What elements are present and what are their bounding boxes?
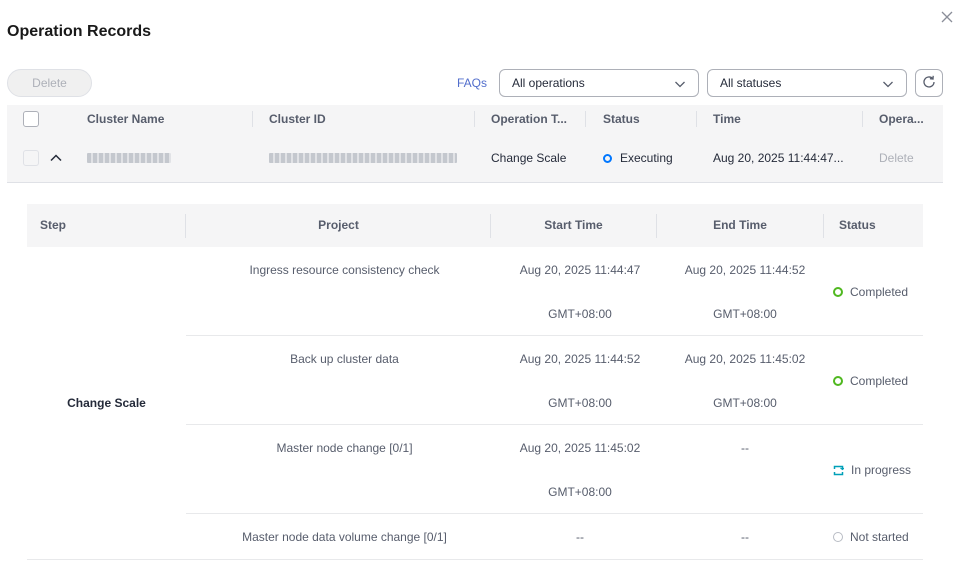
header-operation-type[interactable]: Operation T... [491,105,567,133]
step-row: Master node change [0/1] Aug 20, 2025 11… [186,425,923,514]
not-started-status-icon [833,532,843,542]
step-start-date: Aug 20, 2025 11:45:02 [519,441,641,455]
refresh-button[interactable] [915,69,943,97]
step-end-date: Aug 20, 2025 11:45:02 [684,352,806,366]
column-divider [823,214,824,238]
step-status-text: Completed [850,374,909,388]
operation-type-cell: Change Scale [491,151,567,165]
chevron-down-icon [674,78,686,93]
column-divider [585,111,586,127]
header-time[interactable]: Time [713,105,741,133]
step-start-timezone: GMT+08:00 [548,307,612,321]
header-operation[interactable]: Opera... [879,105,924,133]
header-start-time: Start Time [544,218,603,232]
step-start-date: Aug 20, 2025 11:44:47 [519,263,641,277]
header-step-status: Status [839,218,876,232]
in-progress-icon [833,465,845,476]
row-delete-link[interactable]: Delete [879,133,914,183]
step-project: Master node change [0/1] [276,441,413,455]
time-cell: Aug 20, 2025 11:44:47... [713,151,844,165]
column-divider [474,111,475,127]
step-end-date: Aug 20, 2025 11:44:52 [684,263,806,277]
header-cluster-name[interactable]: Cluster Name [87,105,164,133]
completed-status-icon [833,287,843,297]
step-project: Master node data volume change [0/1] [242,530,447,544]
step-status: In progress [833,463,911,477]
status-filter-value: All statuses [720,76,782,90]
column-divider [252,111,253,127]
records-table-header: Cluster Name Cluster ID Operation T... S… [7,105,943,133]
step-start-date: Aug 20, 2025 11:44:52 [519,352,641,366]
dialog-title: Operation Records [7,23,152,40]
step-project: Ingress resource consistency check [249,263,440,277]
column-divider [862,111,863,127]
step-status-text: Not started [850,530,909,544]
executing-status-icon [603,154,612,163]
table-bottom-border [27,559,923,560]
step-status: Completed [833,374,908,388]
step-row: Master node data volume change [0/1] -- … [186,514,923,559]
step-end-date: -- [741,530,749,544]
step-end-date: -- [741,441,749,455]
table-row: Change Scale Executing Aug 20, 2025 11:4… [7,133,943,183]
step-name: Change Scale [67,396,146,410]
chevron-up-icon[interactable] [48,150,64,166]
step-end-timezone: GMT+08:00 [713,396,777,410]
delete-button[interactable]: Delete [7,69,92,97]
close-icon[interactable] [940,10,954,24]
operations-filter-value: All operations [512,76,585,90]
status-text: Executing [620,151,673,165]
status-filter-select[interactable]: All statuses [707,69,907,97]
step-status-text: Completed [850,285,909,299]
step-table-header: Step Project Start Time End Time Status [27,204,923,247]
chevron-down-icon [882,78,894,93]
header-status[interactable]: Status [603,105,640,133]
step-row: Ingress resource consistency check Aug 2… [186,247,923,336]
step-start-timezone: GMT+08:00 [548,396,612,410]
faqs-link[interactable]: FAQs [457,76,487,90]
cluster-id-redacted [269,153,457,163]
refresh-icon [921,74,937,93]
select-all-checkbox[interactable] [23,111,39,127]
status-cell: Executing [603,133,673,183]
step-start-date: -- [576,530,584,544]
step-end-timezone: GMT+08:00 [713,307,777,321]
row-checkbox[interactable] [23,150,39,166]
cluster-name-redacted [87,153,171,163]
step-status: Completed [833,285,908,299]
header-step: Step [40,218,67,232]
completed-status-icon [833,376,843,386]
header-project: Project [318,218,359,232]
column-divider [696,111,697,127]
step-status: Not started [833,530,909,544]
step-row: Back up cluster data Aug 20, 2025 11:44:… [186,336,923,425]
operations-filter-select[interactable]: All operations [499,69,699,97]
header-cluster-id[interactable]: Cluster ID [269,105,326,133]
step-start-timezone: GMT+08:00 [548,485,612,499]
step-status-text: In progress [851,463,912,477]
step-project: Back up cluster data [290,352,399,366]
header-end-time: End Time [713,218,767,232]
